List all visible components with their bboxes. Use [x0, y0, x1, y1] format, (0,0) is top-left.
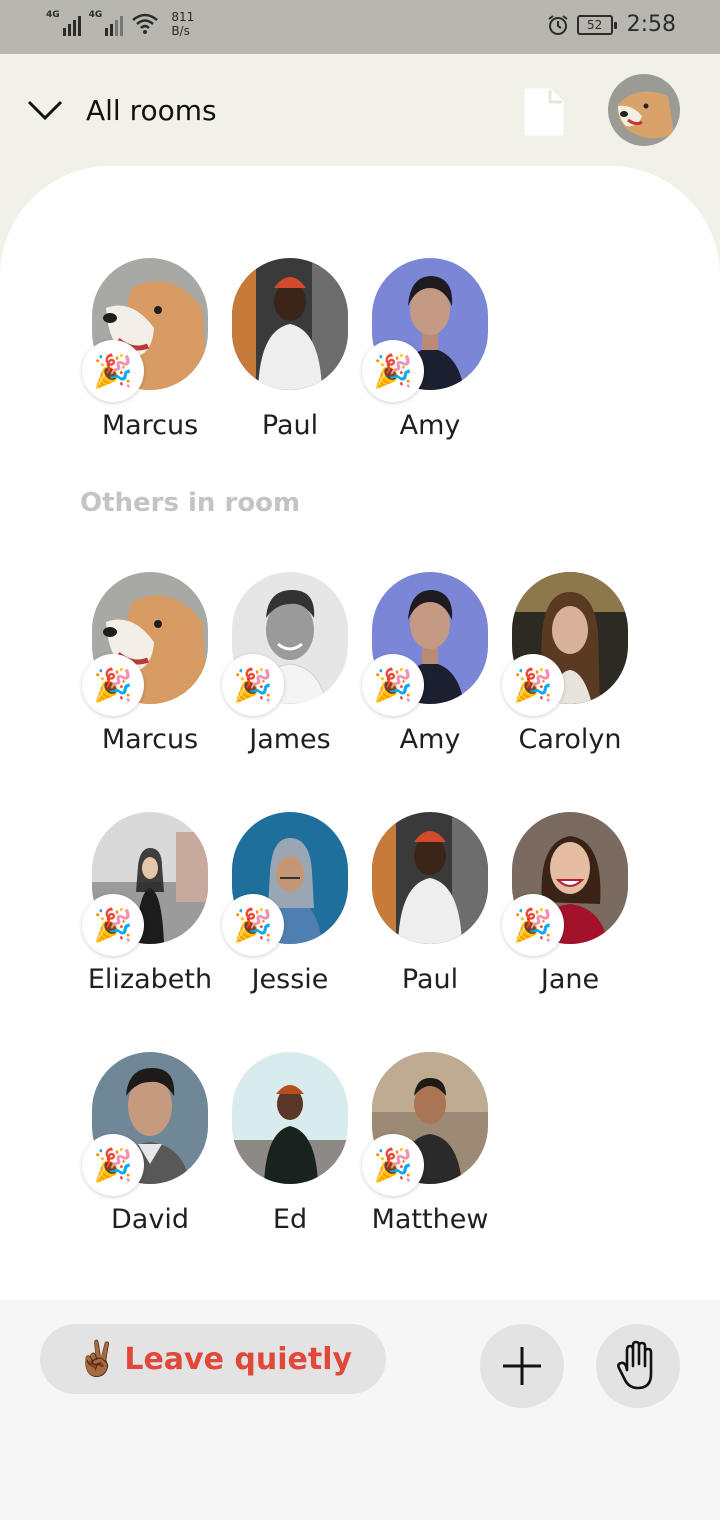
others-grid: 🎉 Marcus 🎉 James 🎉 Amy 🎉 Carolyn 🎉 Eliza… [80, 572, 640, 1292]
room-header: All rooms [0, 54, 720, 174]
network-type-label: 4G [46, 10, 60, 20]
document-icon[interactable] [522, 86, 566, 138]
party-popper-badge: 🎉 [82, 1134, 144, 1196]
alarm-icon [547, 14, 568, 35]
leave-quietly-label: Leave quietly [124, 1341, 353, 1377]
listener-name: Paul [401, 964, 459, 995]
speaker-name: Amy [399, 410, 461, 441]
speaker-tile[interactable]: 🎉 Marcus [80, 258, 220, 498]
listener-tile[interactable]: 🎉 Jane [500, 812, 640, 1052]
speaker-name: Paul [261, 410, 319, 441]
party-popper-badge: 🎉 [502, 654, 564, 716]
listener-tile[interactable]: 🎉 Jessie [220, 812, 360, 1052]
listener-tile[interactable]: 🎉 Marcus [80, 572, 220, 812]
listener-tile[interactable]: 🎉 Amy [360, 572, 500, 812]
speakers-grid: 🎉 Marcus Paul 🎉 Amy [80, 258, 640, 498]
clock: 2:58 [626, 12, 676, 37]
listener-name: Marcus [101, 724, 199, 755]
battery-icon: 52 [576, 14, 617, 35]
avatar [232, 1052, 348, 1184]
listener-name: Carolyn [518, 724, 622, 755]
profile-avatar[interactable] [608, 74, 680, 146]
peace-hand-icon: ✌🏾 [76, 1339, 119, 1379]
listener-name: Matthew [371, 1204, 489, 1235]
signal-icon: 4G [46, 10, 81, 36]
listener-tile[interactable]: 🎉 Elizabeth [80, 812, 220, 1052]
leave-quietly-button[interactable]: ✌🏾 Leave quietly [40, 1324, 386, 1394]
party-popper-badge: 🎉 [82, 340, 144, 402]
chevron-down-icon[interactable] [26, 98, 64, 122]
network-speed: 811 B/s [171, 10, 195, 38]
rooms-title[interactable]: All rooms [86, 94, 217, 127]
listener-name: Amy [399, 724, 461, 755]
party-popper-badge: 🎉 [222, 894, 284, 956]
bottom-action-bar: ✌🏾 Leave quietly [0, 1300, 720, 1520]
listener-tile[interactable]: 🎉 David [80, 1052, 220, 1292]
listener-name: Jessie [251, 964, 329, 995]
party-popper-badge: 🎉 [362, 654, 424, 716]
avatar [372, 812, 488, 944]
status-bar: 4G 4G 811 B/s 52 2:58 [0, 0, 720, 54]
raise-hand-button[interactable] [596, 1324, 680, 1408]
listener-tile[interactable]: Ed [220, 1052, 360, 1292]
party-popper-badge: 🎉 [82, 654, 144, 716]
listener-tile[interactable]: 🎉 Matthew [360, 1052, 500, 1292]
plus-icon [503, 1347, 541, 1385]
speaker-name: Marcus [101, 410, 199, 441]
raise-hand-icon [617, 1340, 653, 1390]
party-popper-badge: 🎉 [362, 340, 424, 402]
avatar [232, 258, 348, 390]
listener-tile[interactable]: 🎉 Carolyn [500, 572, 640, 812]
listener-tile[interactable]: Paul [360, 812, 500, 1052]
listener-name: James [249, 724, 331, 755]
listener-name: David [111, 1204, 189, 1235]
listener-tile[interactable]: 🎉 James [220, 572, 360, 812]
speaker-tile[interactable]: Paul [220, 258, 360, 498]
party-popper-badge: 🎉 [502, 894, 564, 956]
listener-name: Elizabeth [87, 964, 213, 995]
add-button[interactable] [480, 1324, 564, 1408]
others-section-label: Others in room [80, 488, 301, 518]
network-type-label: 4G [88, 10, 103, 20]
party-popper-badge: 🎉 [82, 894, 144, 956]
party-popper-badge: 🎉 [362, 1134, 424, 1196]
signal-icon: 4G [89, 10, 124, 36]
listener-name: Ed [272, 1204, 308, 1235]
listener-name: Jane [540, 964, 600, 995]
party-popper-badge: 🎉 [222, 654, 284, 716]
wifi-icon [132, 13, 159, 34]
speaker-tile[interactable]: 🎉 Amy [360, 258, 500, 498]
